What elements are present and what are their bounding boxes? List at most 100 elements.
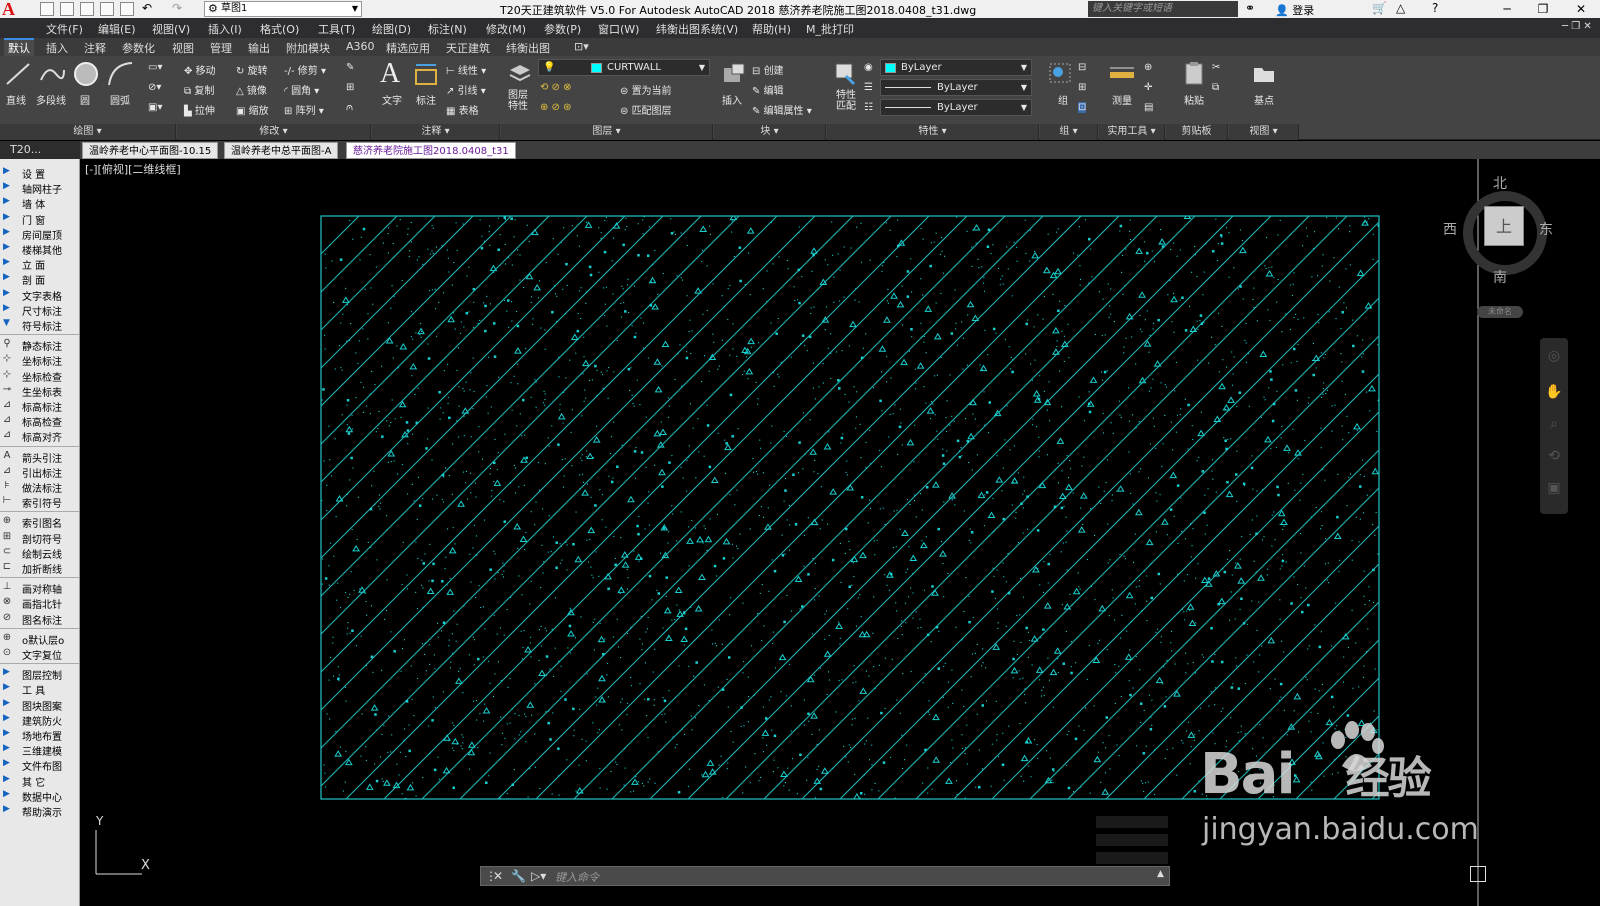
dimension-icon[interactable] bbox=[412, 60, 440, 88]
line-icon[interactable] bbox=[4, 60, 32, 88]
new-file-icon[interactable] bbox=[40, 2, 54, 16]
command-prompt-icon[interactable]: ▷▾ bbox=[531, 869, 546, 883]
tab-weiheng[interactable]: 纬衡出图 bbox=[506, 40, 550, 56]
viewcube[interactable]: 北 南 东 西 上 bbox=[1443, 173, 1557, 286]
hatch-icon[interactable]: ⊘▾ bbox=[148, 82, 161, 93]
groups-group-footer[interactable]: 组 ▾ bbox=[1040, 124, 1098, 140]
edit-block-button[interactable]: ✎ 编辑 bbox=[752, 82, 784, 97]
app-menu-button[interactable]: A bbox=[2, 0, 32, 18]
modify-group-footer[interactable]: 修改 ▾ bbox=[177, 124, 371, 140]
palette-item[interactable]: ▶ 立 面 bbox=[0, 256, 80, 272]
palette-item[interactable]: ⚲ 静态标注 bbox=[0, 337, 80, 353]
color-dropdown[interactable]: ByLayer ▼ bbox=[880, 59, 1032, 76]
tab-view[interactable]: 视图 bbox=[172, 40, 194, 56]
menu-view[interactable]: 视图(V) bbox=[152, 21, 190, 37]
palette-item[interactable]: ▶ 楼梯其他 bbox=[0, 241, 80, 257]
workspace-switcher[interactable]: ⚙ 草图1 ▼ bbox=[204, 1, 362, 17]
layer-properties-icon[interactable] bbox=[506, 60, 534, 88]
linear-button[interactable]: ⊢ 线性 ▾ bbox=[446, 62, 486, 77]
palette-item[interactable]: ⊕ o默认层o bbox=[0, 631, 80, 647]
properties-group-footer[interactable]: 特性 ▾ bbox=[827, 124, 1039, 140]
palette-item[interactable]: ⊏ 加折断线 bbox=[0, 560, 80, 576]
file-tab-3[interactable]: 慈济养老院施工图2018.0408_t31 bbox=[346, 142, 516, 159]
trim-button[interactable]: -/- 修剪 ▾ bbox=[284, 62, 326, 77]
ucs-menu[interactable]: 未命名 bbox=[1477, 306, 1523, 318]
palette-item[interactable]: A 箭头引注 bbox=[0, 449, 80, 465]
annotation-group-footer[interactable]: 注释 ▾ bbox=[372, 124, 500, 140]
create-block-button[interactable]: ⊟ 创建 bbox=[752, 62, 784, 77]
lineweight-dropdown[interactable]: ByLayer ▼ bbox=[880, 99, 1032, 116]
palette-item[interactable]: ▶ 建筑防火 bbox=[0, 712, 80, 728]
chevron-up-icon[interactable]: ▲ bbox=[1157, 869, 1164, 879]
measure-button[interactable]: 测量 bbox=[1112, 92, 1132, 107]
layer-dropdown[interactable]: 💡 CURTWALL ▼ bbox=[538, 59, 710, 76]
palette-item[interactable]: ⊧ 做法标注 bbox=[0, 479, 80, 495]
block-group-footer[interactable]: 块 ▾ bbox=[714, 124, 826, 140]
orbit-icon[interactable]: ⟲ bbox=[1545, 448, 1563, 466]
close-button[interactable]: ✕ bbox=[1566, 0, 1596, 18]
viewcube-south[interactable]: 南 bbox=[1493, 267, 1507, 287]
palette-item[interactable]: ▶ 文字表格 bbox=[0, 287, 80, 303]
palette-item[interactable]: ⊞ 剖切符号 bbox=[0, 530, 80, 546]
doc-minimize-button[interactable]: ─ ❐ ✕ bbox=[1562, 21, 1592, 32]
base-point-icon[interactable] bbox=[1250, 60, 1278, 88]
palette-item[interactable]: ▶ 轴网柱子 bbox=[0, 180, 80, 196]
tab-featured-apps[interactable]: 精选应用 bbox=[386, 40, 430, 56]
search-input[interactable]: 键入关键字或短语 bbox=[1088, 1, 1238, 17]
copy-clip-icon[interactable]: ⧉ bbox=[1212, 82, 1219, 93]
palette-item[interactable]: ⊹ 坐标标注 bbox=[0, 352, 80, 368]
palette-item[interactable]: ▶ 剖 面 bbox=[0, 271, 80, 287]
explode-icon[interactable]: ⊞ bbox=[346, 82, 354, 93]
match-properties-icon[interactable] bbox=[832, 60, 860, 88]
menu-help[interactable]: 帮助(H) bbox=[752, 21, 791, 37]
tab-insert[interactable]: 插入 bbox=[46, 40, 68, 56]
lineweight-icon[interactable]: ☷ bbox=[864, 102, 873, 113]
group-icon[interactable] bbox=[1046, 60, 1074, 88]
text-icon[interactable]: A bbox=[380, 58, 400, 90]
offset-icon[interactable]: ⩀ bbox=[346, 102, 353, 113]
text-button[interactable]: 文字 bbox=[382, 92, 402, 107]
menu-window[interactable]: 窗口(W) bbox=[598, 21, 639, 37]
leader-button[interactable]: ↗ 引线 ▾ bbox=[446, 82, 486, 97]
set-current-button[interactable]: ⊜ 置为当前 bbox=[620, 82, 672, 97]
erase-icon[interactable]: ✎ bbox=[346, 62, 354, 73]
fillet-button[interactable]: ◜ 圆角 ▾ bbox=[284, 82, 319, 97]
open-file-icon[interactable] bbox=[60, 2, 74, 16]
color-wheel-icon[interactable]: ◉ bbox=[864, 62, 873, 73]
palette-item[interactable]: ⊿ 标高对齐 bbox=[0, 428, 80, 444]
hatch-boundary[interactable] bbox=[320, 215, 1380, 800]
palette-item[interactable]: ▶ 设 置 bbox=[0, 165, 80, 181]
mirror-button[interactable]: △ 镜像 bbox=[236, 82, 267, 97]
tab-annotate[interactable]: 注释 bbox=[84, 40, 106, 56]
palette-item[interactable]: ▶ 墙 体 bbox=[0, 195, 80, 211]
palette-item[interactable]: ▶ 三维建模 bbox=[0, 742, 80, 758]
t20-palette-title[interactable]: T20... bbox=[0, 141, 80, 159]
close-icon[interactable]: ✕ bbox=[493, 869, 503, 883]
file-tab-1[interactable]: 温岭养老中心平面图-10.15 bbox=[82, 142, 219, 159]
arc-button[interactable]: 圆弧 bbox=[110, 92, 130, 107]
file-tab-2[interactable]: 温岭养老中总平面图-A bbox=[224, 142, 339, 159]
palette-item[interactable]: ⊿ 引出标注 bbox=[0, 464, 80, 480]
layer-properties-button[interactable]: 图层 特性 bbox=[508, 90, 528, 112]
menu-parametric[interactable]: 参数(P) bbox=[544, 21, 581, 37]
utilities-group-footer[interactable]: 实用工具 ▾ bbox=[1099, 124, 1165, 140]
palette-item[interactable]: ▶ 尺寸标注 bbox=[0, 302, 80, 318]
palette-item[interactable]: ▶ 数据中心 bbox=[0, 788, 80, 804]
wrench-icon[interactable]: 🔧 bbox=[511, 869, 526, 883]
array-button[interactable]: ⊞ 阵列 ▾ bbox=[284, 102, 324, 117]
menu-batch-print[interactable]: M_批打印 bbox=[806, 21, 854, 37]
polyline-icon[interactable] bbox=[38, 60, 66, 88]
measure-icon[interactable] bbox=[1108, 60, 1136, 88]
viewcube-east[interactable]: 东 bbox=[1539, 219, 1553, 239]
paste-button[interactable]: 粘贴 bbox=[1184, 92, 1204, 107]
paste-icon[interactable] bbox=[1180, 60, 1208, 88]
showmotion-icon[interactable]: ▣ bbox=[1545, 480, 1563, 498]
clipboard-group-footer[interactable]: 剪贴板 bbox=[1166, 124, 1228, 140]
edit-attribute-button[interactable]: ✎ 编辑属性 ▾ bbox=[752, 102, 812, 117]
tab-a360[interactable]: A360 bbox=[346, 40, 375, 53]
palette-item[interactable]: ⊥ 画对称轴 bbox=[0, 580, 80, 596]
palette-item[interactable]: ▶ 场地布置 bbox=[0, 727, 80, 743]
palette-item[interactable]: ⊸ 生坐标表 bbox=[0, 383, 80, 399]
binoculars-icon[interactable]: ⚭ bbox=[1245, 1, 1255, 15]
palette-item[interactable]: ⊢ 索引符号 bbox=[0, 494, 80, 510]
